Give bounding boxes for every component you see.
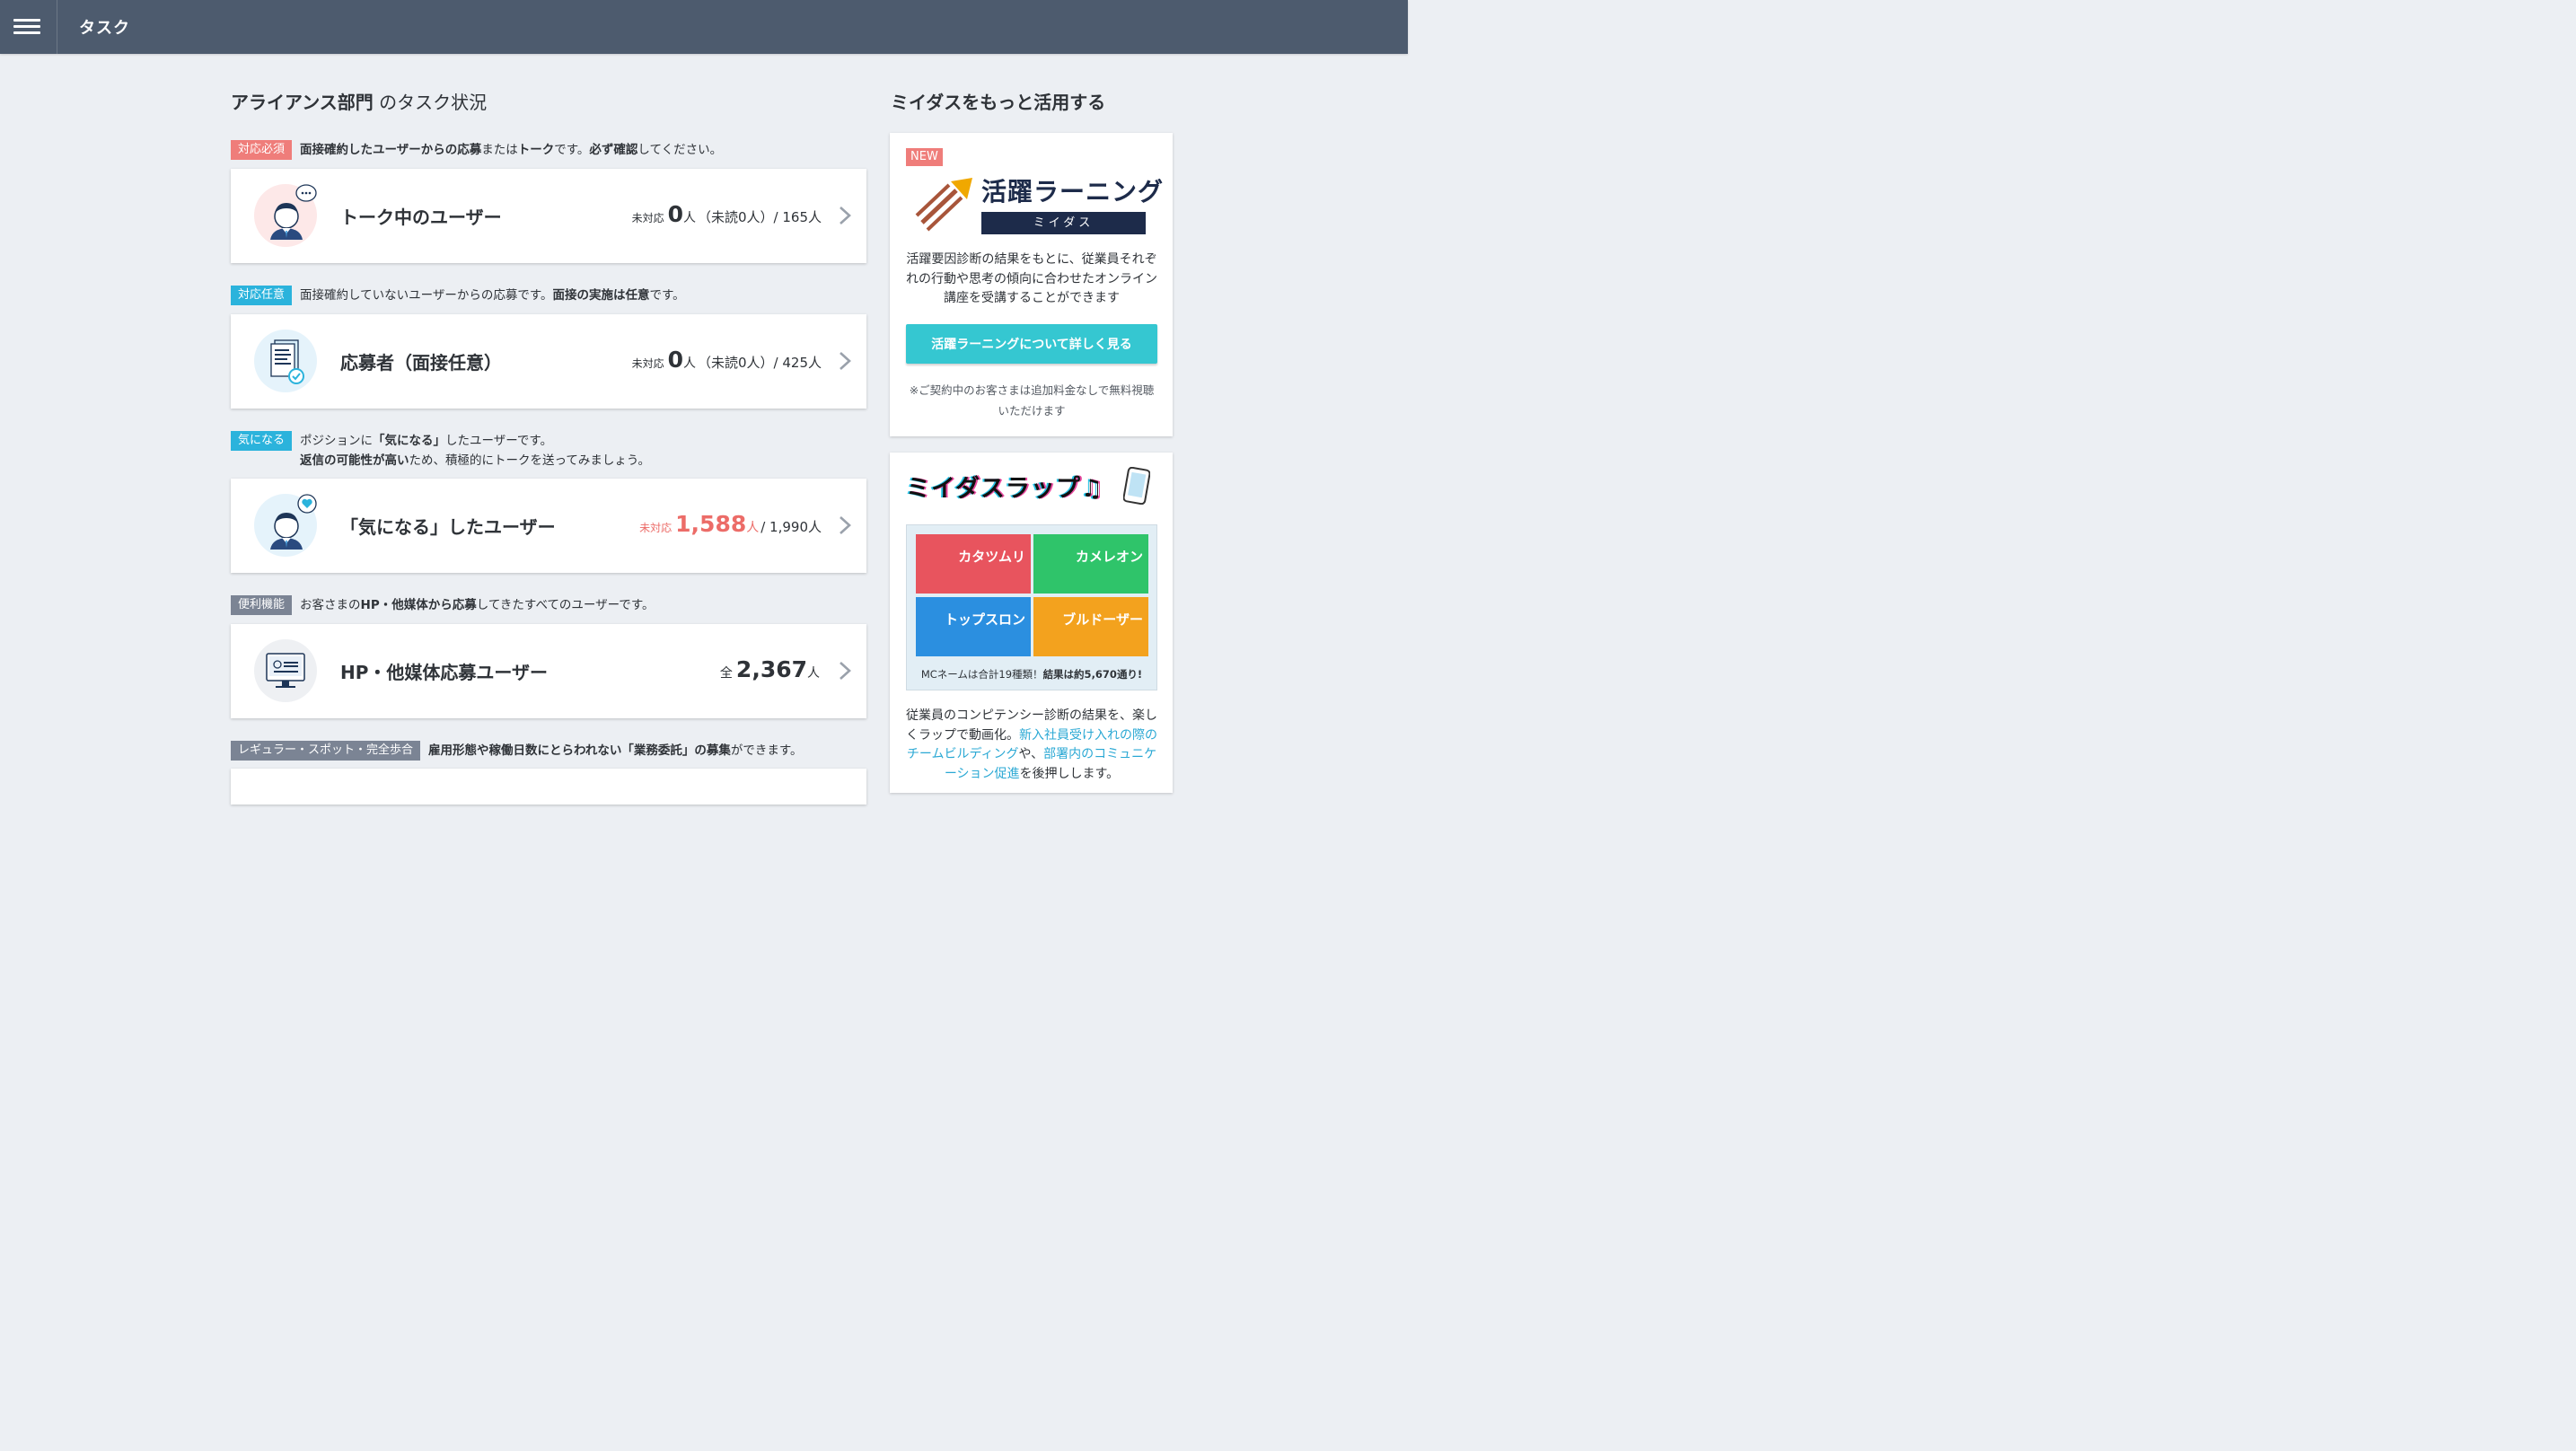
rap-card-3: トップスロン <box>916 597 1031 656</box>
page-header-title: タスク <box>79 19 130 38</box>
contract-tag: レギュラー・スポット・完全歩合 <box>231 741 421 761</box>
interested-tag: 気になる <box>231 431 293 451</box>
card-label: トーク中のユーザー <box>340 207 502 228</box>
user-heart-icon <box>254 494 317 557</box>
convenient-tag: 便利機能 <box>231 595 293 615</box>
section-description: お客さまのHP・他媒体から応募してきたすべてのユーザーです。 <box>300 598 655 612</box>
section-optional-header: 対応任意 面接確約していないユーザーからの応募です。面接の実施は任意です。 <box>231 286 685 305</box>
phone-icon <box>1123 467 1150 505</box>
card-label: HP・他媒体応募ユーザー <box>340 662 548 683</box>
card-label: 「気になる」したユーザー <box>340 516 556 538</box>
section-required-header: 対応必須 面接確約したユーザーからの応募またはトークです。必ず確認してください。 <box>231 140 722 160</box>
rap-card-2: カメレオン <box>1033 534 1148 594</box>
user-chat-icon <box>254 184 317 247</box>
learning-logo-title: 活躍ラーニング <box>981 177 1165 207</box>
rap-card-label: ブルドーザー <box>1062 611 1143 628</box>
new-badge: NEW <box>906 148 943 166</box>
monitor-profile-icon <box>254 639 317 702</box>
total-count: 全 2,367 人 <box>719 656 820 682</box>
chevron-right-icon <box>840 662 851 680</box>
section-interested-header: 気になる ポジションに「気になる」したユーザーです。 返信の可能性が高いため、積… <box>231 431 650 470</box>
learning-logo-subtitle: ミイダス <box>981 212 1146 234</box>
rap-caption: MCネームは合計19種類！結果は約5,670通り! <box>920 668 1143 681</box>
rap-card-1: カタツムリ <box>916 534 1031 594</box>
section-description: 面接確約したユーザーからの応募またはトークです。必ず確認してください。 <box>300 143 723 157</box>
chevron-right-icon <box>840 352 851 370</box>
required-tag: 対応必須 <box>231 140 293 160</box>
rocket-arrow-icon <box>915 178 972 232</box>
external-applicants-card[interactable]: HP・他媒体応募ユーザー 全 2,367 人 <box>231 624 866 718</box>
section-contract-header: レギュラー・スポット・完全歩合 雇用形態や稼働日数にとらわれない「業務委託」の募… <box>231 741 803 761</box>
learning-note: ※ご契約中のお客さまは追加料金なしで無料視聴いただけます <box>909 383 1155 418</box>
section-convenient-header: 便利機能 お客さまのHP・他媒体から応募してきたすべてのユーザーです。 <box>231 595 655 615</box>
top-bar: タスク <box>0 0 1408 54</box>
interested-users-card[interactable]: 「気になる」したユーザー 未対応 1,588 人 / 1,990人 <box>231 479 866 573</box>
unhandled-count: 未対応 0 人（未読0人）/ 165人 <box>631 201 822 227</box>
unhandled-count: 未対応 0 人（未読0人）/ 425人 <box>631 347 822 373</box>
optional-tag: 対応任意 <box>231 286 293 305</box>
chevron-right-icon <box>840 207 851 224</box>
rap-card-4: ブルドーザー <box>1033 597 1148 656</box>
learning-promo-card: NEW 活躍ラーニング ミイダス 活躍要因診断の結果をもとに、従業員それぞれの行… <box>890 133 1173 436</box>
sidebar-title: ミイダスをもっと活用する <box>891 92 1106 113</box>
chevron-right-icon <box>840 516 851 534</box>
section-description: ポジションに「気になる」したユーザーです。 返信の可能性が高いため、積極的にトー… <box>300 434 651 468</box>
rap-promo-card: ミイダスラップ♫ カタツムリ カメレオン トップスロン ブルドーザー MCネーム… <box>890 453 1173 793</box>
contract-card[interactable] <box>231 769 866 805</box>
document-check-icon <box>254 330 317 392</box>
unhandled-count: 未対応 1,588 人 / 1,990人 <box>639 511 822 537</box>
section-description: 雇用形態や稼働日数にとらわれない「業務委託」の募集ができます。 <box>428 743 803 758</box>
hamburger-menu-icon[interactable] <box>0 0 57 54</box>
rap-card-label: カメレオン <box>1075 549 1143 565</box>
rap-card-label: トップスロン <box>944 611 1025 628</box>
rap-image[interactable]: カタツムリ カメレオン トップスロン ブルドーザー MCネームは合計19種類！結… <box>906 524 1157 690</box>
learning-description: 活躍要因診断の結果をもとに、従業員それぞれの行動や思考の傾向に合わせたオンライン… <box>906 252 1157 305</box>
rap-card-label: カタツムリ <box>958 549 1025 565</box>
rap-description: 従業員のコンピテンシー診断の結果を、楽しくラップで動画化。新入社員受け入れの際の… <box>906 708 1157 781</box>
rap-logo: ミイダスラップ♫ <box>906 475 1104 503</box>
section-description: 面接確約していないユーザーからの応募です。面接の実施は任意です。 <box>300 288 685 303</box>
talking-users-card[interactable]: トーク中のユーザー 未対応 0 人（未読0人）/ 165人 <box>231 169 866 263</box>
applicants-optional-card[interactable]: 応募者（面接任意） 未対応 0 人（未読0人）/ 425人 <box>231 314 866 409</box>
card-label: 応募者（面接任意） <box>340 352 502 374</box>
learning-logo: 活躍ラーニング ミイダス <box>915 172 1163 237</box>
page-title: アライアンス部門 のタスク状況 <box>231 92 488 113</box>
learning-details-button[interactable]: 活躍ラーニングについて詳しく見る <box>906 324 1157 364</box>
